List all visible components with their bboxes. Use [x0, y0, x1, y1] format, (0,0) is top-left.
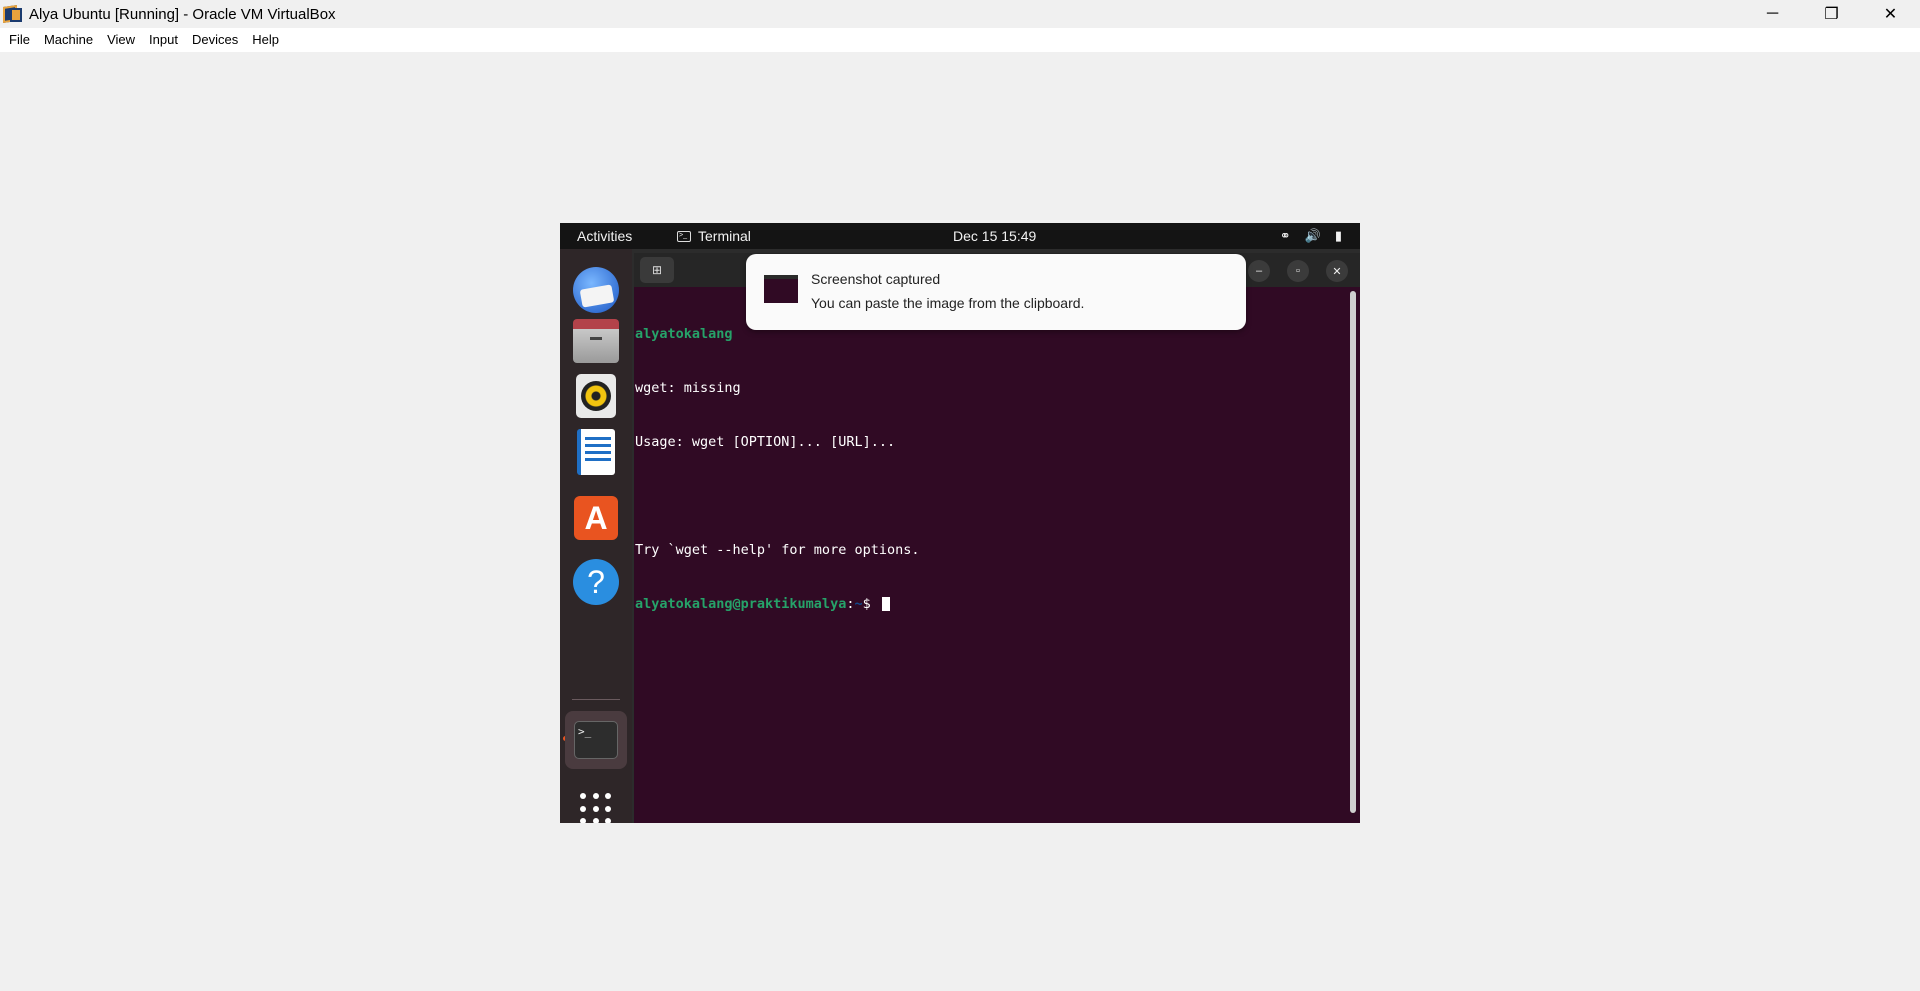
volume-icon: 🔊 [1304, 228, 1321, 243]
dock-thunderbird[interactable] [569, 263, 623, 317]
gnome-topbar: Activities >_ Terminal Dec 15 15:49 ⚭ 🔊 … [560, 223, 1360, 249]
new-tab-button[interactable]: ⊞ [640, 257, 674, 283]
system-tray[interactable]: ⚭ 🔊 ▮ [1280, 223, 1342, 249]
screenshot-thumbnail [764, 275, 798, 303]
help-icon: ? [573, 559, 619, 605]
app-center-icon: A [574, 496, 618, 540]
terminal-icon: >_ [574, 721, 618, 759]
dock-separator [572, 699, 620, 700]
host-titlebar: Alya Ubuntu [Running] - Oracle VM Virtua… [0, 0, 1920, 28]
menu-file[interactable]: File [2, 28, 37, 52]
show-apps-icon[interactable] [580, 793, 612, 823]
window-title: Alya Ubuntu [Running] - Oracle VM Virtua… [29, 5, 336, 23]
network-icon: ⚭ [1279, 228, 1291, 243]
clock[interactable]: Dec 15 15:49 [953, 223, 1036, 249]
terminal-window[interactable]: ⊞ – ▫ ✕ alyatokalang wget: missing Usage… [634, 253, 1360, 823]
window-controls: ─ ❐ ✕ [1743, 0, 1920, 28]
dock-app-center[interactable]: A [569, 491, 623, 545]
menu-help[interactable]: Help [245, 28, 286, 52]
prompt-path: ~ [854, 596, 863, 612]
restore-button[interactable]: ❐ [1802, 0, 1861, 28]
virtualbox-icon [3, 4, 23, 24]
terminal-small-icon: >_ [677, 230, 691, 242]
notification-body: You can paste the image from the clipboa… [811, 295, 1085, 311]
terminal-close-button[interactable]: ✕ [1326, 260, 1348, 282]
dock-writer[interactable] [569, 425, 623, 479]
minimize-button[interactable]: ─ [1743, 0, 1802, 28]
vm-screen[interactable]: Activities >_ Terminal Dec 15 15:49 ⚭ 🔊 … [560, 223, 1360, 823]
screenshot-notification[interactable]: Screenshot captured You can paste the im… [746, 254, 1246, 330]
dock: A ? >_ [560, 249, 632, 823]
menu-machine[interactable]: Machine [37, 28, 100, 52]
thunderbird-icon [573, 267, 619, 313]
activities-button[interactable]: Activities [560, 228, 632, 244]
terminal-line: wget: missing [635, 380, 741, 396]
files-icon [573, 319, 619, 363]
prompt-user: alyatokalang@praktikumalya [635, 596, 847, 612]
dock-files[interactable] [569, 316, 623, 370]
menu-devices[interactable]: Devices [185, 28, 245, 52]
terminal-line: Try `wget --help' for more options. [635, 542, 920, 558]
terminal-cursor [881, 597, 890, 611]
terminal-minimize-button[interactable]: – [1248, 260, 1270, 282]
notification-title: Screenshot captured [811, 271, 941, 287]
dock-rhythmbox[interactable] [569, 369, 623, 423]
battery-icon: ▮ [1334, 228, 1342, 243]
terminal-prompt: alyatokalang@praktikumalya:~$ [635, 595, 1335, 613]
libreoffice-writer-icon [577, 429, 615, 475]
dock-help[interactable]: ? [569, 555, 623, 609]
terminal-maximize-button[interactable]: ▫ [1287, 260, 1309, 282]
app-indicator-label: Terminal [698, 228, 751, 244]
terminal-scrollbar[interactable] [1350, 291, 1356, 813]
menu-view[interactable]: View [100, 28, 142, 52]
dock-terminal[interactable]: >_ [565, 711, 627, 769]
terminal-line: Usage: wget [OPTION]... [URL]... [635, 434, 896, 450]
app-indicator[interactable]: >_ Terminal [677, 223, 751, 249]
host-menubar: File Machine View Input Devices Help [0, 28, 1920, 52]
close-button[interactable]: ✕ [1861, 0, 1920, 28]
terminal-output[interactable]: alyatokalang wget: missing Usage: wget [… [635, 289, 1335, 819]
rhythmbox-icon [576, 374, 616, 418]
menu-input[interactable]: Input [142, 28, 185, 52]
